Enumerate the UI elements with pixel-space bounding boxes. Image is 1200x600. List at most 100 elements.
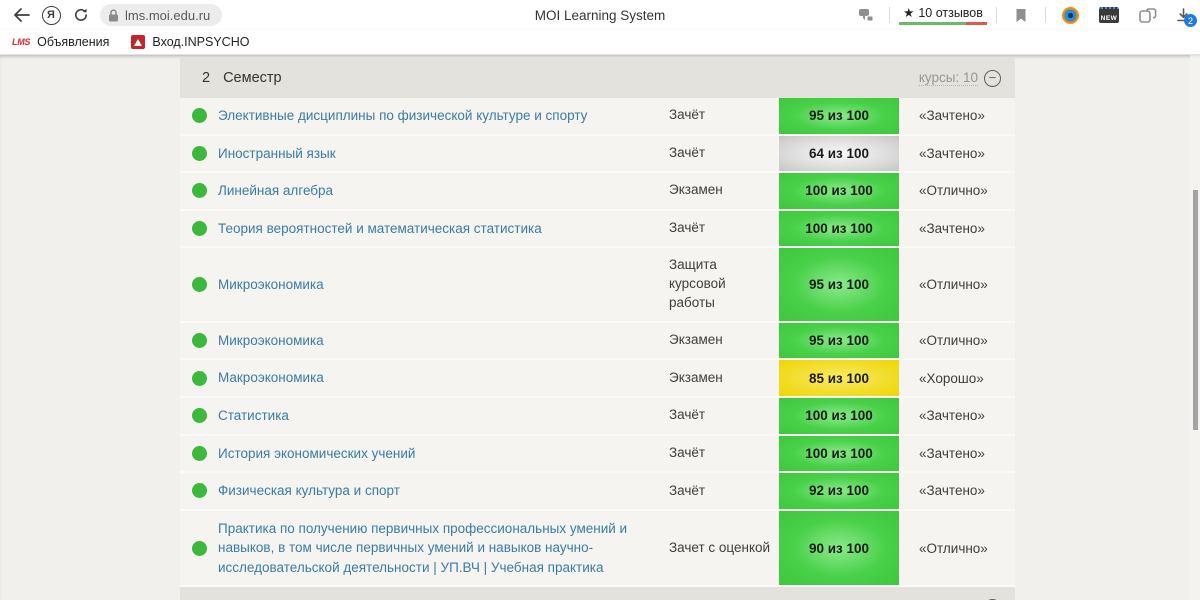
collections-icon <box>1139 7 1157 23</box>
toolbar-divider <box>889 7 890 23</box>
extension-new-button[interactable]: NEW <box>1094 2 1124 28</box>
course-type: Экзамен <box>669 369 723 385</box>
course-row: Макроэкономика Экзамен 85 из 100 «Хорошо… <box>180 360 1015 399</box>
status-dot-icon <box>191 540 207 556</box>
course-row: Элективные дисциплины по физической куль… <box>180 98 1015 136</box>
collections-button[interactable] <box>1133 2 1163 28</box>
course-row: Теория вероятностей и математическая ста… <box>180 210 1015 249</box>
course-type: Зачёт <box>669 444 706 460</box>
status-dot-icon <box>191 483 207 499</box>
back-button[interactable] <box>6 2 36 28</box>
password-manager-button[interactable] <box>850 2 880 28</box>
site-reviews-button[interactable]: ★ 10 отзывов <box>899 5 987 25</box>
course-name[interactable]: Микроэкономика <box>218 323 669 359</box>
status-cell <box>180 436 218 472</box>
bookmark-flag-icon <box>1016 8 1026 22</box>
course-score: 95 из 100 <box>779 322 899 359</box>
course-name[interactable]: Физическая культура и спорт <box>218 473 669 509</box>
course-name[interactable]: Иностранный язык <box>218 136 669 172</box>
bookmark-item-inpsycho[interactable]: Вход.INPSYCHO <box>131 35 249 49</box>
semester-number: 2 <box>202 70 211 86</box>
status-cell <box>180 398 218 434</box>
course-name[interactable]: Макроэкономика <box>218 360 669 396</box>
course-type: Зачёт <box>669 107 706 123</box>
course-result: «Зачтено» <box>919 220 985 236</box>
course-result: «Зачтено» <box>919 445 985 461</box>
semester-2-header: 2 Семестр курсы: 10 − <box>180 58 1015 98</box>
course-result: «Зачтено» <box>919 145 985 161</box>
course-result: «Отлично» <box>919 183 988 199</box>
status-dot-icon <box>191 333 207 349</box>
page-title: MOI Learning System <box>534 7 666 23</box>
extension-button[interactable] <box>1055 2 1085 28</box>
lms-favicon: LMS <box>12 37 31 47</box>
browser-chrome: Я lms.moi.edu.ru MOI Learning System ★ 1… <box>0 0 1200 55</box>
course-result: «Отлично» <box>919 540 988 556</box>
course-score: 64 из 100 <box>779 135 899 172</box>
yandex-logo-icon: Я <box>41 5 61 25</box>
bookmarks-bar: LMS Объявления Вход.INPSYCHO <box>0 30 1200 55</box>
course-score: 95 из 100 <box>779 98 899 134</box>
status-cell <box>180 511 218 586</box>
semester-label: Семестр <box>223 70 282 86</box>
bookmark-label: Объявления <box>37 35 110 49</box>
reviews-count-label: 10 отзывов <box>918 5 983 20</box>
toolbar-divider <box>996 7 997 23</box>
course-table-body: Элективные дисциплины по физической куль… <box>180 98 1015 588</box>
course-row: Микроэкономика Защита курсовой работы 95… <box>180 248 1015 323</box>
refresh-icon <box>75 8 87 21</box>
course-row: Микроэкономика Экзамен 95 из 100 «Отличн… <box>180 322 1015 361</box>
address-bar[interactable]: lms.moi.edu.ru <box>100 4 223 26</box>
course-type: Защита курсовой работы <box>669 257 726 311</box>
status-dot-icon <box>191 108 207 124</box>
status-cell <box>180 211 218 247</box>
course-result: «Зачтено» <box>919 108 985 124</box>
course-score: 92 из 100 <box>779 473 899 509</box>
bookmark-label: Вход.INPSYCHO <box>152 35 250 49</box>
yandex-home-button[interactable]: Я <box>36 2 66 28</box>
new-extension-icon: NEW <box>1099 7 1119 23</box>
course-result: «Отлично» <box>919 333 988 349</box>
course-result: «Отлично» <box>919 277 988 293</box>
status-cell <box>180 473 218 509</box>
lock-icon <box>109 8 118 21</box>
course-row: История экономических учений Зачёт 100 и… <box>180 435 1015 474</box>
course-row: Линейная алгебра Экзамен 100 из 100 «Отл… <box>180 173 1015 211</box>
extension-circle-icon <box>1061 6 1079 24</box>
star-icon: ★ <box>903 6 915 20</box>
course-score: 95 из 100 <box>779 248 899 321</box>
course-score: 85 из 100 <box>779 360 899 397</box>
scrollbar-thumb[interactable] <box>1193 190 1198 430</box>
course-type: Зачёт <box>669 144 706 160</box>
course-type: Экзамен <box>669 332 723 348</box>
status-cell <box>180 360 218 396</box>
course-score: 90 из 100 <box>779 510 899 586</box>
course-name[interactable]: Микроэкономика <box>218 267 669 303</box>
page-scrollbar <box>1190 55 1200 600</box>
semester-2-courses-link[interactable]: курсы: 10 <box>918 70 978 86</box>
course-result: «Зачтено» <box>919 483 985 499</box>
course-name[interactable]: Статистика <box>218 398 669 434</box>
bookmark-item-announcements[interactable]: LMS Объявления <box>12 35 109 49</box>
course-name[interactable]: Линейная алгебра <box>218 173 669 209</box>
course-type: Зачёт <box>669 220 706 236</box>
course-row: Практика по получению первичных професси… <box>180 510 1015 588</box>
course-name[interactable]: Элективные дисциплины по физической куль… <box>218 98 669 134</box>
course-name[interactable]: Теория вероятностей и математическая ста… <box>218 211 669 247</box>
status-cell <box>180 248 218 321</box>
collapse-semester-icon[interactable]: − <box>984 69 1001 87</box>
refresh-button[interactable] <box>66 2 96 28</box>
reviews-rating-bar <box>899 22 987 25</box>
course-result: «Зачтено» <box>919 408 985 424</box>
course-name[interactable]: Практика по получению первичных професси… <box>218 511 669 586</box>
downloads-button[interactable]: 2 <box>1172 4 1197 27</box>
course-result: «Хорошо» <box>919 370 984 386</box>
password-manager-icon <box>859 9 874 22</box>
course-name[interactable]: История экономических учений <box>218 436 669 472</box>
course-type: Экзамен <box>669 182 723 198</box>
status-dot-icon <box>191 220 207 236</box>
bookmark-button[interactable] <box>1006 2 1036 28</box>
course-score: 100 из 100 <box>779 173 899 209</box>
status-cell <box>180 173 218 209</box>
status-dot-icon <box>191 145 207 161</box>
